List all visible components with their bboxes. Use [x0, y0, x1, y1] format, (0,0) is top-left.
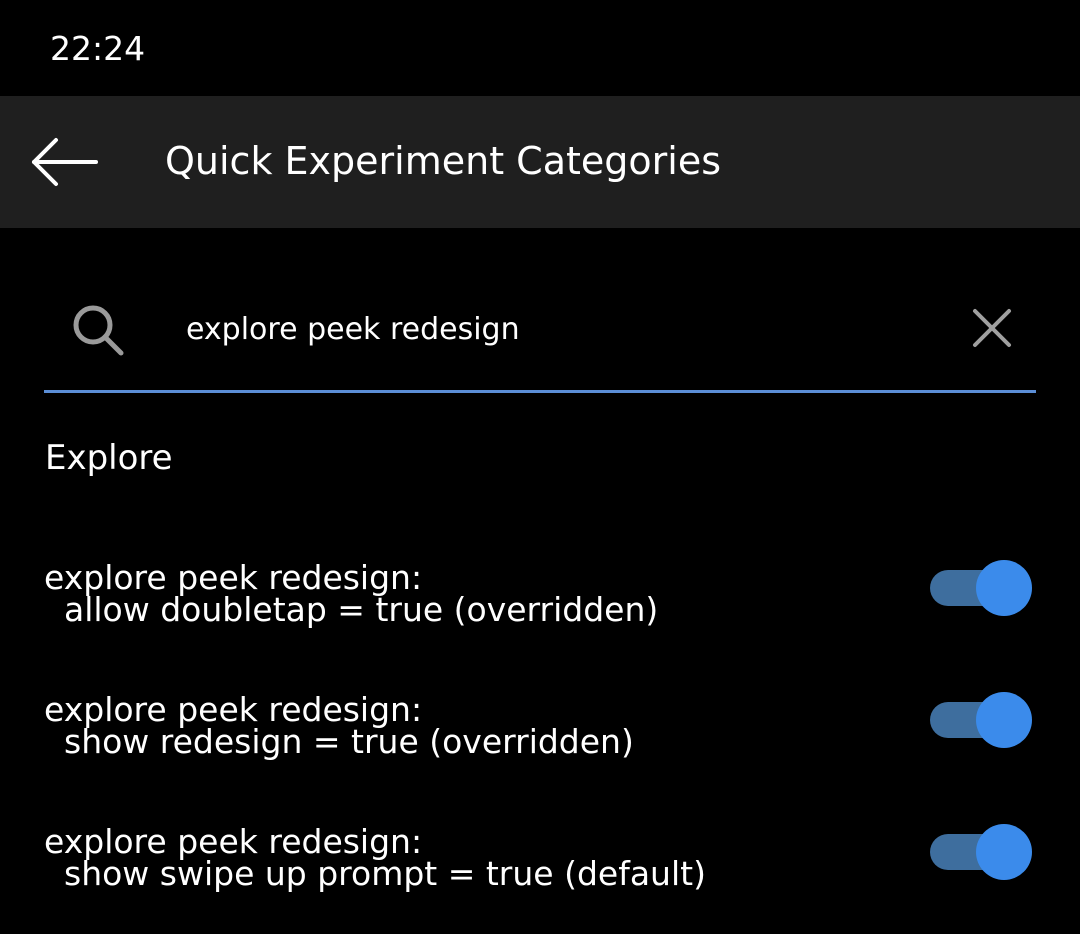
toggle-thumb: [976, 692, 1032, 748]
close-icon: [973, 309, 1011, 347]
status-bar: 22:24: [0, 0, 1080, 96]
toggle-switch-show-redesign[interactable]: [928, 690, 1034, 750]
arrow-left-icon: [32, 138, 98, 186]
search-input[interactable]: [186, 302, 946, 356]
toggle-thumb: [976, 560, 1032, 616]
setting-row-allow-doubletap[interactable]: explore peek redesign: allow doubletap =…: [0, 560, 1080, 670]
status-time: 22:24: [50, 29, 146, 68]
toggle-switch-allow-doubletap[interactable]: [928, 558, 1034, 618]
setting-row-show-redesign[interactable]: explore peek redesign: show redesign = t…: [0, 692, 1080, 802]
setting-value: allow doubletap = true (overridden): [64, 590, 659, 629]
search-bar: [44, 280, 1036, 393]
toggle-switch-show-swipe-up-prompt[interactable]: [928, 822, 1034, 882]
setting-value: show swipe up prompt = true (default): [64, 854, 706, 893]
toggle-thumb: [976, 824, 1032, 880]
page-title: Quick Experiment Categories: [165, 139, 721, 183]
search-icon: [73, 305, 124, 356]
clear-search-button[interactable]: [964, 300, 1020, 356]
category-heading: Explore: [45, 438, 173, 478]
search-underline: [44, 390, 1036, 393]
setting-value: show redesign = true (overridden): [64, 722, 634, 761]
setting-row-show-swipe-up-prompt[interactable]: explore peek redesign: show swipe up pro…: [0, 824, 1080, 934]
app-bar: Quick Experiment Categories: [0, 96, 1080, 228]
back-button[interactable]: [22, 120, 108, 204]
